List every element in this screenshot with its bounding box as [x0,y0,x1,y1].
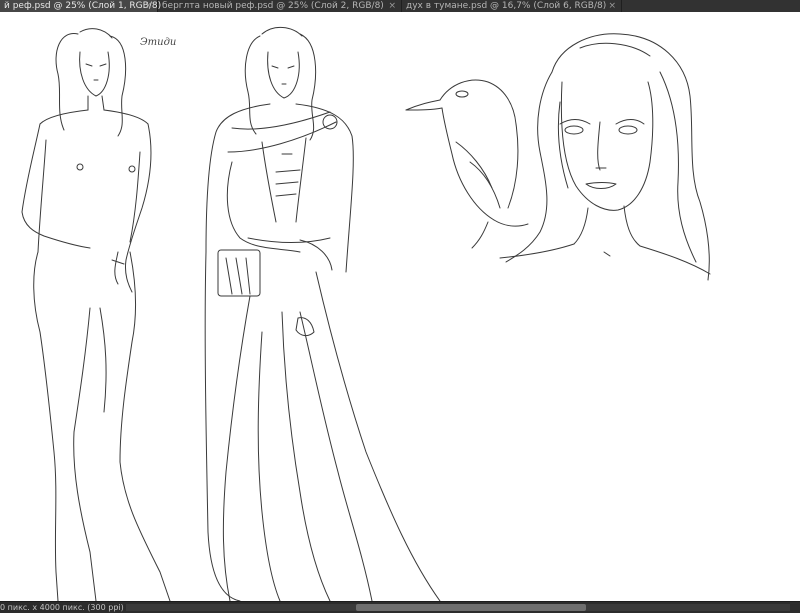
bird-sketch-icon [405,79,529,249]
horizontal-scrollbar[interactable] [126,604,790,611]
document-tab-bar: й реф.psd @ 25% (Слой 1, RGB/8) × берглт… [0,0,800,12]
tab-label: й реф.psd @ 25% (Слой 1, RGB/8) [4,1,162,11]
close-icon[interactable]: × [144,0,152,12]
close-icon[interactable]: × [388,0,396,12]
status-bar: 0 пикс. x 4000 пикс. (300 ppi) › [0,601,800,613]
dressed-figure-sketch-icon [204,27,441,601]
tab-current-doc[interactable]: й реф.psd @ 25% (Слой 1, RGB/8) × [0,0,162,12]
status-menu-arrow-icon[interactable]: › [116,602,119,613]
tab-bergitta-doc[interactable]: берглта новый реф.psd @ 25% (Слой 2, RGB… [158,0,402,12]
document-canvas[interactable]: Этиди [0,12,800,601]
signature-text: Этиди [140,37,176,48]
tab-label: берглта новый реф.psd @ 25% (Слой 2, RGB… [162,1,384,11]
tab-spirit-doc[interactable]: дух в тумане.psd @ 16,7% (Слой 6, RGB/8)… [402,0,622,12]
figure-sketch-icon [21,28,171,601]
portrait-sketch-icon [499,33,711,281]
scrollbar-thumb[interactable] [356,604,586,611]
close-icon[interactable]: × [608,0,616,12]
tab-label: дух в тумане.psd @ 16,7% (Слой 6, RGB/8) [406,1,607,11]
document-size-info[interactable]: 0 пикс. x 4000 пикс. (300 ppi) [0,602,124,613]
sketch-artwork: Этиди [21,27,711,601]
